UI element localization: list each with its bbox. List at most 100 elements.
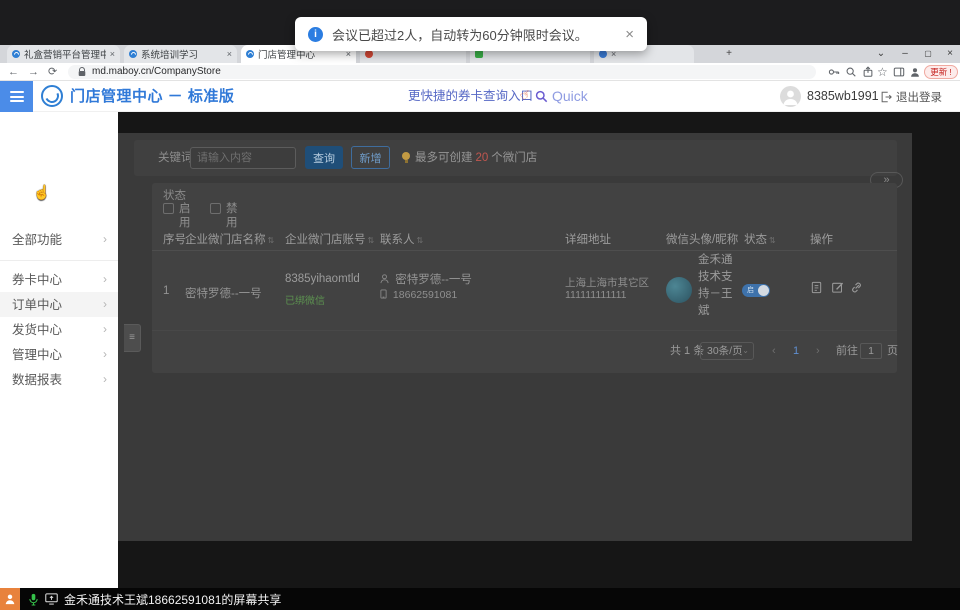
- sidebar-menu: 全部功能› 券卡中心› 订单中心› 发货中心› 管理中心› 数据报表›: [0, 112, 118, 588]
- red-favicon-icon: [365, 50, 373, 58]
- window-close-button[interactable]: ×: [941, 46, 959, 62]
- page-size-select[interactable]: 30条/页 ⌄: [700, 342, 754, 360]
- sort-icon: ⇅: [769, 236, 776, 245]
- site-favicon-icon: [129, 50, 137, 58]
- green-favicon-icon: [475, 50, 483, 58]
- store-table-card: 状态 启用 禁用 序号 企业微门店名称⇅ 企业微门店账号⇅ 联系人⇅ 详细地址 …: [152, 183, 897, 373]
- toast-close-icon[interactable]: ×: [625, 26, 634, 43]
- phone-icon: [380, 289, 387, 299]
- drawer-handle[interactable]: ≡: [124, 324, 141, 352]
- update-badge: !: [949, 67, 951, 77]
- browser-address-bar: ← → ⟳ md.maboy.cn/CompanyStore ☆ 更新 !: [0, 63, 960, 81]
- share-icon[interactable]: [862, 66, 875, 79]
- goto-page-input[interactable]: [860, 343, 882, 359]
- edit-icon[interactable]: [831, 281, 845, 295]
- sort-icon: ⇅: [368, 236, 375, 245]
- logout-button[interactable]: 退出登录: [880, 81, 942, 112]
- screen-share-icon: [45, 593, 58, 605]
- sidebar-divider: [0, 260, 118, 261]
- status-toggle[interactable]: 启: [742, 284, 770, 297]
- site-favicon-icon: [246, 50, 254, 58]
- col-status[interactable]: 状态⇅: [744, 229, 776, 252]
- prev-page-button[interactable]: ‹: [772, 339, 776, 363]
- quick-search-icon[interactable]: [535, 90, 548, 103]
- sidebar-item-shipping-center[interactable]: 发货中心›: [0, 317, 118, 342]
- keyword-input[interactable]: [190, 147, 296, 169]
- store-quota-text: 最多可创建20个微门店: [415, 140, 537, 176]
- coupon-query-entry-link[interactable]: 更快捷的券卡查询入口: [408, 81, 533, 112]
- sidebar-item-management-center[interactable]: 管理中心›: [0, 342, 118, 367]
- site-favicon-icon: [12, 50, 20, 58]
- sidebar-item-coupon-center[interactable]: 券卡中心›: [0, 267, 118, 292]
- next-page-button[interactable]: ›: [816, 339, 820, 363]
- add-store-button[interactable]: 新增: [351, 146, 390, 169]
- tab-title: 礼盒营销平台管理中心: [24, 47, 106, 61]
- info-icon: i: [308, 27, 323, 42]
- chevron-right-icon: ›: [103, 292, 107, 317]
- window-minimize-button[interactable]: –: [896, 46, 914, 62]
- menu-hamburger-button[interactable]: [0, 81, 33, 112]
- logout-label: 退出登录: [896, 89, 942, 105]
- col-contact[interactable]: 联系人⇅: [380, 229, 423, 252]
- quick-label[interactable]: Quick: [552, 81, 588, 112]
- new-tab-button[interactable]: +: [722, 46, 736, 62]
- link-icon[interactable]: [850, 281, 864, 295]
- bookmark-star-icon[interactable]: ☆: [877, 66, 890, 79]
- chevron-right-icon: ›: [103, 227, 107, 252]
- screen: 礼盒营销平台管理中心 × 系统培训学习 × 门店管理中心 × × + ⌄ – ▢…: [0, 0, 960, 610]
- tab-close-icon[interactable]: ×: [227, 49, 232, 59]
- chevron-right-icon: ›: [103, 267, 107, 292]
- chevron-right-icon: ›: [103, 317, 107, 342]
- blue-favicon-icon: [599, 50, 607, 58]
- disabled-checkbox[interactable]: [210, 203, 221, 214]
- search-button[interactable]: 查询: [305, 146, 343, 169]
- current-page[interactable]: 1: [793, 339, 799, 363]
- col-index: 序号: [163, 229, 186, 251]
- store-page-dimmed: 关键词 查询 新增 最多可创建20个微门店 » ≡ 状态 启用 禁用 序号 企业…: [118, 133, 912, 541]
- row-index: 1: [163, 285, 169, 297]
- sidebar-item-order-center[interactable]: 订单中心›: [0, 292, 118, 317]
- browser-tab-2[interactable]: 系统培训学习 ×: [124, 45, 237, 63]
- tab-close-icon[interactable]: ×: [110, 49, 115, 59]
- tab-title: 系统培训学习: [141, 47, 223, 61]
- share-source-label: 金禾通技术王斌18662591081的屏幕共享: [64, 591, 281, 608]
- filter-bar: 关键词 查询 新增 最多可创建20个微门店: [134, 140, 897, 176]
- user-avatar[interactable]: [780, 86, 801, 107]
- back-icon[interactable]: ←: [8, 63, 19, 81]
- microphone-icon[interactable]: [28, 593, 39, 606]
- quota-number: 20: [473, 152, 492, 164]
- browser-tab-1[interactable]: 礼盒营销平台管理中心 ×: [7, 45, 120, 63]
- reload-icon[interactable]: ⟳: [48, 63, 57, 81]
- store-account: 8385yihaomtld: [285, 273, 360, 285]
- url-field[interactable]: md.maboy.cn/CompanyStore: [68, 65, 816, 79]
- sidebar-item-all-functions[interactable]: 全部功能›: [0, 227, 118, 252]
- col-store-account[interactable]: 企业微门店账号⇅: [285, 229, 374, 252]
- address-line2: 111111111111: [565, 289, 627, 301]
- toast-message: 会议已超过2人，自动转为60分钟限时会议。: [332, 25, 588, 44]
- goto-label: 前往: [836, 339, 858, 363]
- username-label: 8385wb1991: [807, 81, 879, 112]
- key-icon[interactable]: [828, 66, 841, 79]
- chevron-right-icon: ›: [103, 367, 107, 392]
- col-store-name[interactable]: 企业微门店名称⇅: [185, 229, 274, 252]
- contact-phone: 18662591081: [380, 289, 457, 301]
- browser-update-button[interactable]: 更新 !: [924, 65, 958, 79]
- detail-doc-icon[interactable]: [810, 281, 824, 295]
- lock-icon: [78, 67, 86, 77]
- sort-icon: ⇅: [268, 236, 275, 245]
- profile-avatar-icon[interactable]: [909, 66, 922, 79]
- window-chevron-icon[interactable]: ⌄: [872, 46, 890, 62]
- mouse-cursor-icon: ☝: [33, 184, 50, 201]
- col-wechat: 微信头像/昵称: [666, 229, 738, 251]
- side-panel-icon[interactable]: [893, 66, 906, 79]
- forward-icon[interactable]: →: [28, 63, 39, 81]
- meeting-toast: i 会议已超过2人，自动转为60分钟限时会议。 ×: [295, 17, 647, 51]
- window-maximize-button[interactable]: ▢: [919, 46, 937, 62]
- lightbulb-icon: [402, 152, 410, 160]
- participant-icon[interactable]: [0, 588, 20, 610]
- sidebar-item-data-reports[interactable]: 数据报表›: [0, 367, 118, 392]
- zoom-icon[interactable]: [845, 66, 858, 79]
- wechat-bound-tag: 已绑微信: [285, 292, 325, 307]
- table-row: 1 密特罗德--一号 8385yihaomtld 已绑微信 密特罗德--一号 1…: [152, 251, 897, 331]
- enabled-checkbox[interactable]: [163, 203, 174, 214]
